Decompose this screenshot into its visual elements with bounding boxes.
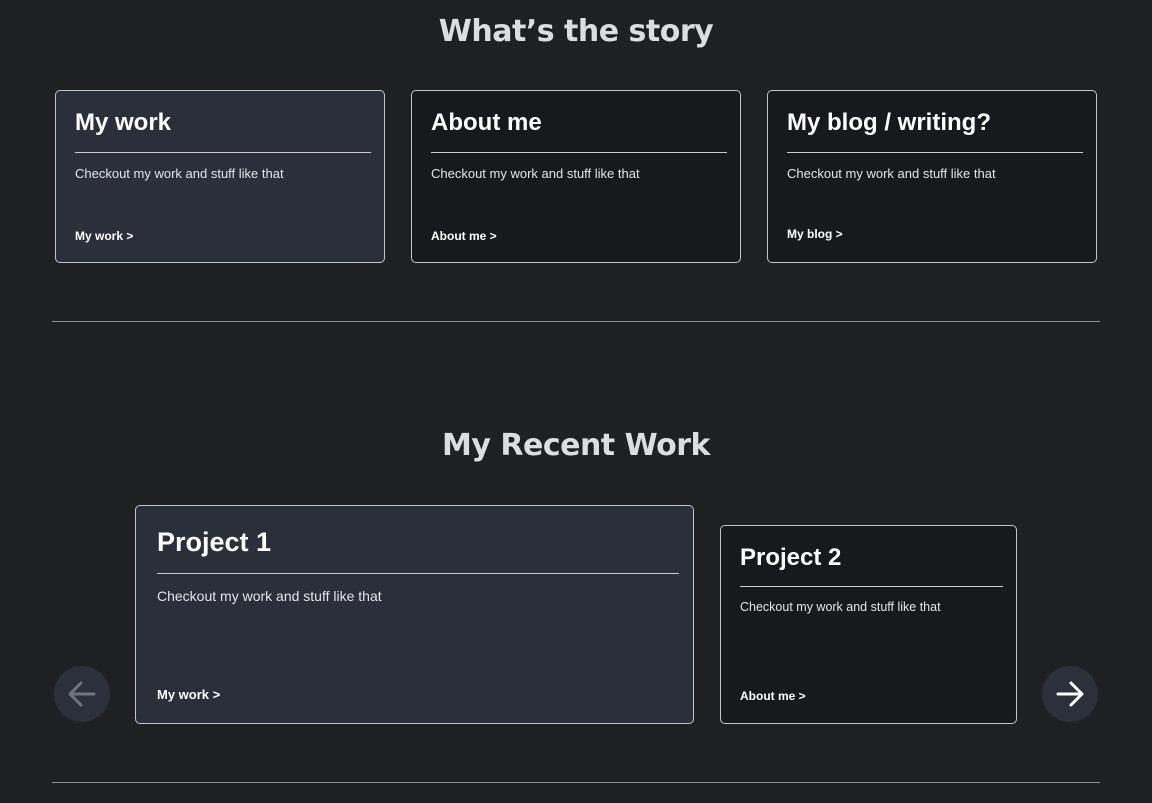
card-divider	[157, 573, 679, 574]
card-title: Project 2	[740, 544, 842, 571]
project-link[interactable]: My work >	[157, 687, 220, 702]
card-description: Checkout my work and stuff like that	[431, 166, 640, 181]
card-divider	[431, 152, 727, 153]
my-work-card[interactable]: My work Checkout my work and stuff like …	[55, 90, 385, 263]
card-description: Checkout my work and stuff like that	[157, 588, 382, 604]
card-description: Checkout my work and stuff like that	[75, 166, 284, 181]
carousel-next-button[interactable]	[1042, 666, 1098, 722]
card-title: My blog / writing?	[787, 109, 991, 136]
project-card[interactable]: Project 2 Checkout my work and stuff lik…	[720, 525, 1017, 724]
blog-card[interactable]: My blog / writing? Checkout my work and …	[767, 90, 1097, 263]
card-divider	[75, 152, 371, 153]
card-divider	[787, 152, 1083, 153]
my-work-link[interactable]: My work >	[75, 229, 133, 243]
card-title: About me	[431, 109, 542, 136]
card-divider	[740, 586, 1003, 587]
project-link[interactable]: About me >	[740, 689, 806, 703]
arrow-left-icon	[68, 681, 96, 707]
card-description: Checkout my work and stuff like that	[787, 166, 996, 181]
carousel-prev-button[interactable]	[54, 666, 110, 722]
story-section-title: What’s the story	[438, 14, 714, 49]
section-divider	[52, 782, 1100, 783]
arrow-right-icon	[1056, 681, 1084, 707]
about-me-link[interactable]: About me >	[431, 229, 497, 243]
card-title: My work	[75, 109, 172, 136]
project-card[interactable]: Project 1 Checkout my work and stuff lik…	[135, 505, 694, 724]
section-divider	[52, 321, 1100, 322]
recent-work-section-title: My Recent Work	[442, 428, 710, 463]
page: What’s the story My work Checkout my wor…	[0, 0, 1152, 803]
about-me-card[interactable]: About me Checkout my work and stuff like…	[411, 90, 741, 263]
my-blog-link[interactable]: My blog >	[787, 227, 843, 241]
card-title: Project 1	[157, 527, 272, 557]
card-description: Checkout my work and stuff like that	[740, 600, 941, 614]
